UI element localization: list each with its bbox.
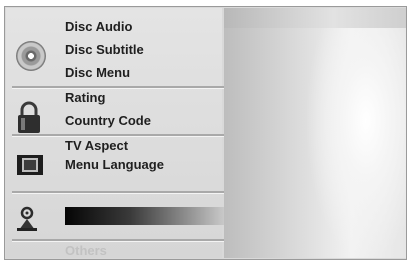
setup-menu: Disc Audio Disc Subtitle Disc Menu Ratin… [6, 8, 228, 261]
dvd-setup-screen: Disc Audio Disc Subtitle Disc Menu Ratin… [0, 0, 413, 264]
selected-item-bar[interactable] [65, 207, 228, 225]
preview-panel [224, 8, 406, 258]
divider [12, 191, 224, 194]
menu-item-rating[interactable]: Rating [65, 88, 105, 108]
menu-item-tv-aspect[interactable]: TV Aspect [65, 136, 128, 156]
menu-item-country-code[interactable]: Country Code [65, 111, 151, 131]
disc-icon [16, 41, 46, 71]
divider [12, 86, 224, 89]
menu-item-disc-subtitle[interactable]: Disc Subtitle [65, 40, 144, 60]
menu-item-menu-language[interactable]: Menu Language [65, 155, 164, 175]
menu-item-others[interactable]: Others [65, 241, 107, 261]
speaker-icon [17, 206, 37, 231]
menu-item-disc-audio[interactable]: Disc Audio [65, 17, 132, 37]
menu-item-disc-menu[interactable]: Disc Menu [65, 63, 130, 83]
tv-icon [17, 155, 43, 175]
lock-icon [18, 101, 40, 133]
preview-header [224, 8, 406, 28]
divider [12, 239, 224, 242]
